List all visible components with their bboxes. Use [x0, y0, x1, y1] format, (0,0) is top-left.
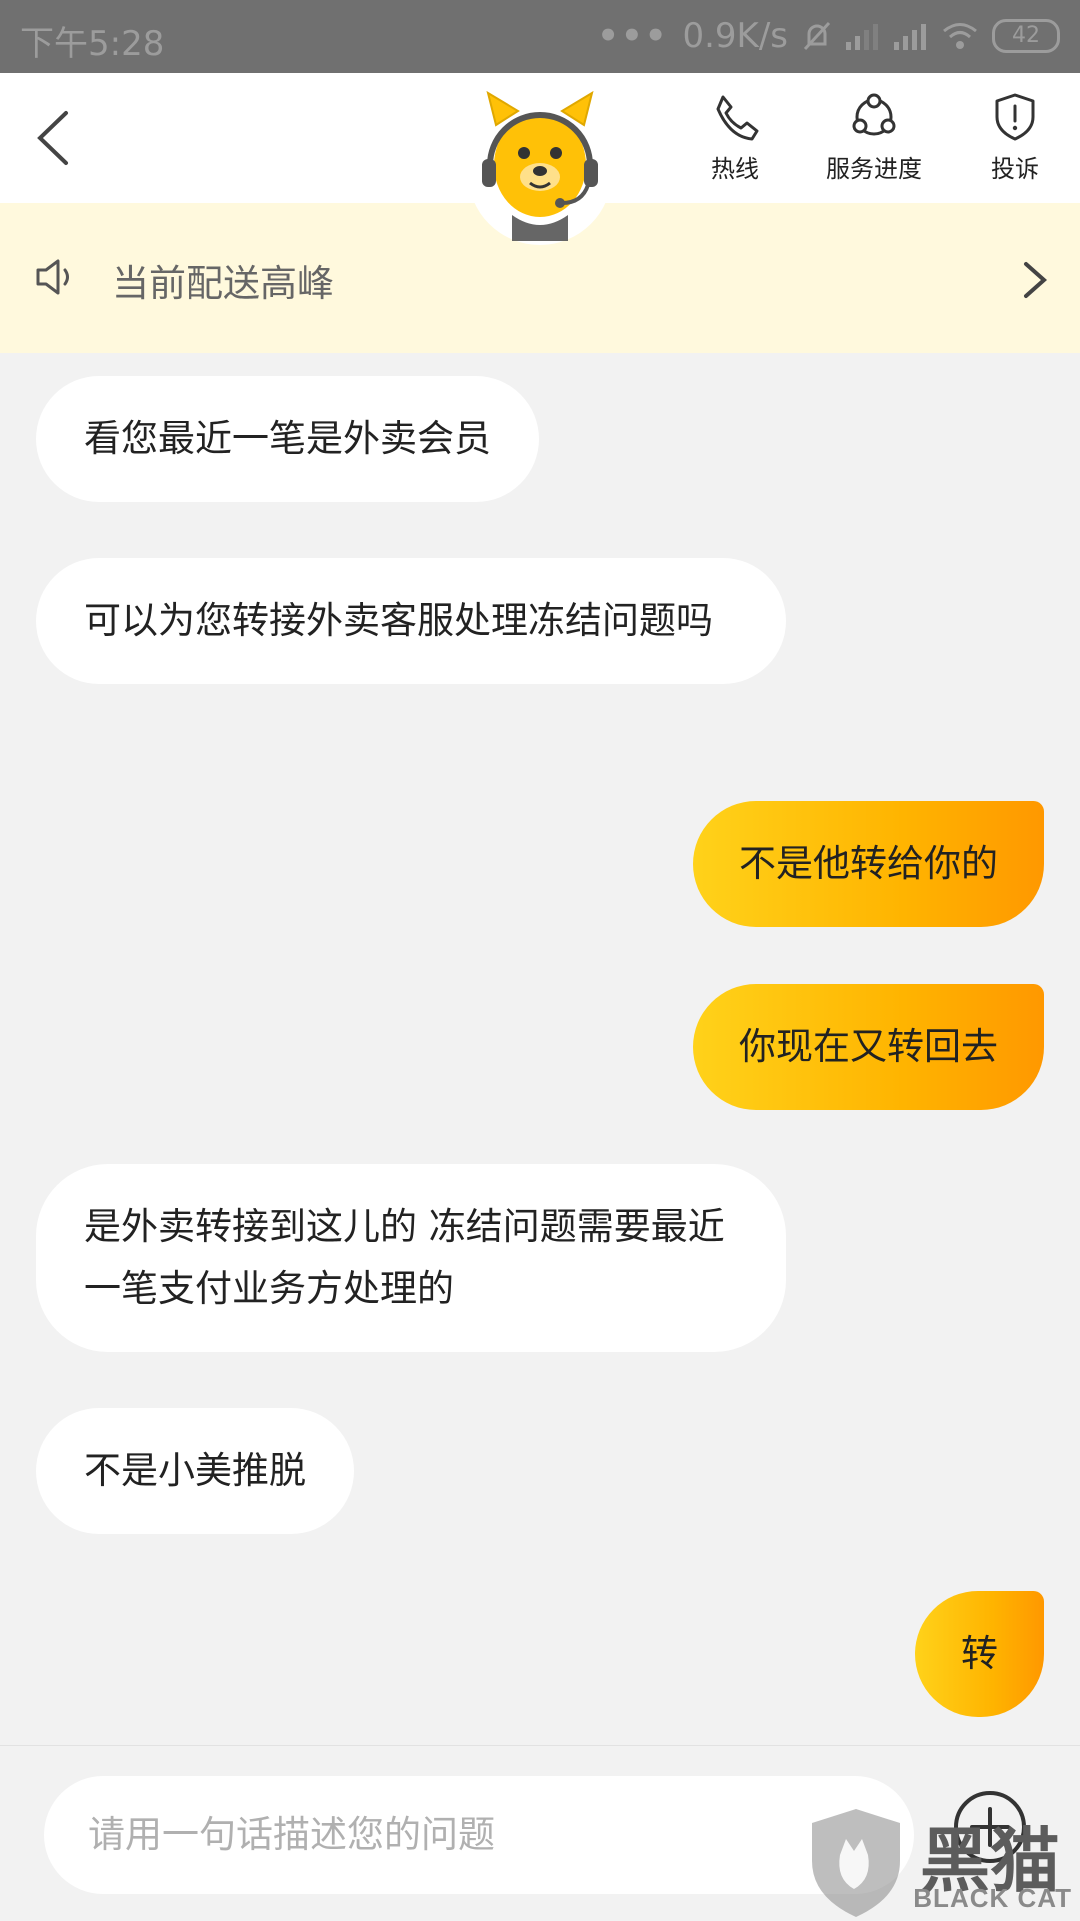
hotline-label: 热线 — [711, 155, 759, 183]
wifi-icon — [943, 23, 977, 49]
watermark-small-text: BLACK CAT — [913, 1883, 1072, 1913]
message-text: 可以为您转接外卖客服处理冻结问题吗 — [84, 599, 713, 642]
service-progress-button[interactable]: 服务进度 — [820, 91, 928, 184]
message-text: 不是小美推脱 — [84, 1449, 306, 1492]
message-text: 转 — [961, 1632, 998, 1675]
complaint-label: 投诉 — [991, 155, 1039, 183]
user-message: 转 — [915, 1591, 1044, 1717]
service-progress-label: 服务进度 — [826, 155, 922, 183]
message-text: 看您最近一笔是外卖会员 — [84, 417, 491, 460]
signal-icon-2 — [894, 24, 926, 50]
chevron-right-icon — [1024, 262, 1048, 298]
progress-icon — [852, 93, 896, 136]
mute-bell-icon — [803, 21, 831, 51]
notice-text: 当前配送高峰 — [112, 262, 334, 305]
shield-icon — [995, 93, 1035, 141]
cat-shield-icon — [812, 1809, 900, 1917]
phone-icon — [716, 95, 759, 141]
bot-message: 看您最近一笔是外卖会员 — [36, 376, 539, 502]
back-arrow-icon[interactable] — [30, 105, 76, 171]
user-message: 不是他转给你的 — [693, 801, 1044, 927]
bot-message: 不是小美推脱 — [36, 1408, 354, 1534]
mascot-avatar — [468, 90, 612, 245]
signal-icon-1 — [846, 24, 878, 50]
status-icons: ••• 0.9K/s 42 — [597, 16, 1060, 56]
hotline-button[interactable]: 热线 — [700, 91, 770, 184]
bot-message: 可以为您转接外卖客服处理冻结问题吗 — [36, 558, 786, 684]
user-message: 你现在又转回去 — [693, 984, 1044, 1110]
message-text: 是外卖转接到这儿的 冻结问题需要最近一笔支付业务方处理的 — [84, 1205, 725, 1310]
network-speed: 0.9K/s — [682, 16, 788, 56]
more-dots-icon: ••• — [597, 16, 669, 56]
battery-icon: 42 — [992, 19, 1060, 53]
status-time: 下午5:28 — [20, 24, 165, 64]
watermark: 黑猫 BLACK CAT — [806, 1805, 1080, 1920]
message-text: 你现在又转回去 — [739, 1025, 998, 1068]
status-bar: 下午5:28 ••• 0.9K/s 42 — [0, 0, 1080, 73]
speaker-icon — [36, 259, 69, 295]
bot-message: 是外卖转接到这儿的 冻结问题需要最近一笔支付业务方处理的 — [36, 1164, 786, 1352]
message-text: 不是他转给你的 — [739, 842, 998, 885]
message-input[interactable]: 请用一句话描述您的问题 — [44, 1776, 914, 1894]
complaint-button[interactable]: 投诉 — [980, 91, 1050, 184]
